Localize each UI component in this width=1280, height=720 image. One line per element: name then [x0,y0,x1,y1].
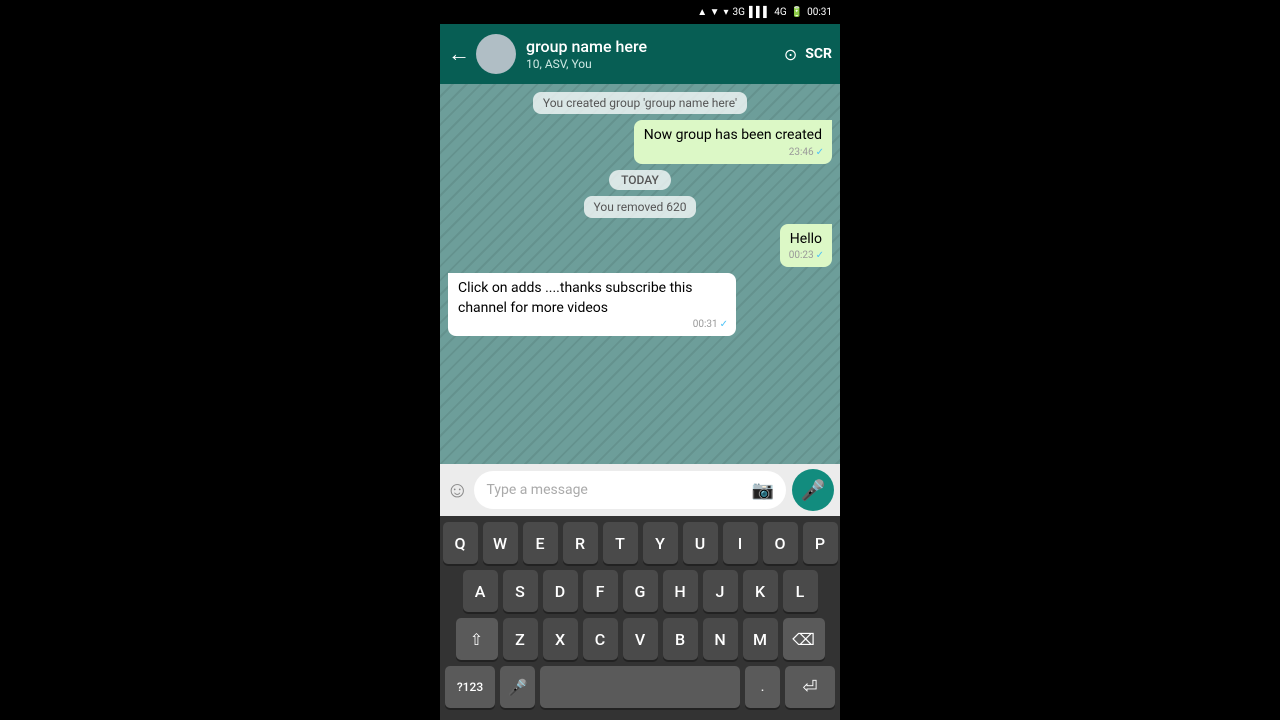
key-j[interactable]: J [703,570,738,612]
keyboard-row-3: ⇧ Z X C V B N M ⌫ [444,618,836,660]
key-d[interactable]: D [543,570,578,612]
header-actions: ⊙ SCR [784,45,832,64]
battery-icon: 🔋 [791,7,803,18]
key-v[interactable]: V [623,618,658,660]
key-m[interactable]: M [743,618,778,660]
key-y[interactable]: Y [643,522,678,564]
key-k[interactable]: K [743,570,778,612]
delete-key[interactable]: ⌫ [783,618,825,660]
phone-container: ▲ ▼ ▾ 3G ▌▌▌ 4G 🔋 00:31 ← group name her… [440,0,840,720]
key-n[interactable]: N [703,618,738,660]
bubble-time-3: 00:31 ✓ [693,318,728,332]
enter-key[interactable]: ⏎ [785,666,835,708]
bubble-time-1: 23:46 ✓ [789,146,824,160]
space-key[interactable] [540,666,740,708]
key-z[interactable]: Z [503,618,538,660]
chat-header: ← group name here 10, ASV, You ⊙ SCR [440,24,840,84]
key-o[interactable]: O [763,522,798,564]
shift-key[interactable]: ⇧ [456,618,498,660]
key-a[interactable]: A [463,570,498,612]
network-icon: ▲ ▼ [697,7,719,18]
message-row-3: Click on adds ....thanks subscribe this … [448,273,832,336]
mic-button[interactable]: 🎤 [792,469,834,511]
key-h[interactable]: H [663,570,698,612]
key-s[interactable]: S [503,570,538,612]
symbols-key[interactable]: ?123 [445,666,495,708]
input-placeholder: Type a message [486,482,751,498]
date-chip: TODAY [609,170,671,190]
system-removed-msg: You removed 620 [584,196,697,218]
message-row-1: Now group has been created 23:46 ✓ [448,120,832,164]
keyboard-row-2: A S D F G H J K L [444,570,836,612]
key-l[interactable]: L [783,570,818,612]
mic-icon: 🎤 [801,478,826,502]
bubble-text-3: Click on adds ....thanks subscribe this … [458,280,693,316]
network-type: 3G [733,7,745,18]
app-screen: ← group name here 10, ASV, You ⊙ SCR You… [440,24,840,720]
bubble-2: Hello 00:23 ✓ [780,224,832,268]
bubble-text-2: Hello [790,231,822,247]
key-e[interactable]: E [523,522,558,564]
system-created-msg: You created group 'group name here' [533,92,747,114]
group-avatar[interactable] [476,34,516,74]
key-g[interactable]: G [623,570,658,612]
key-t[interactable]: T [603,522,638,564]
check-icon-3: ✓ [720,318,728,332]
screen-record-icon[interactable]: ⊙ [784,45,797,64]
wifi-icon: ▾ [723,7,728,18]
message-row-2: Hello 00:23 ✓ [448,224,832,268]
signal-icon: ▌▌▌ [749,7,770,18]
chat-area: You created group 'group name here' Now … [440,84,840,464]
message-input-wrapper[interactable]: Type a message 📷 [474,471,786,509]
keyboard-row-4: ?123 🎤 . ⏎ [444,666,836,708]
key-f[interactable]: F [583,570,618,612]
voice-key[interactable]: 🎤 [500,666,535,708]
group-name: group name here [526,37,784,56]
bubble-3: Click on adds ....thanks subscribe this … [448,273,736,336]
key-q[interactable]: Q [443,522,478,564]
key-c[interactable]: C [583,618,618,660]
bubble-time-2: 00:23 ✓ [789,249,824,263]
camera-icon[interactable]: 📷 [752,480,774,501]
key-u[interactable]: U [683,522,718,564]
key-p[interactable]: P [803,522,838,564]
key-r[interactable]: R [563,522,598,564]
check-icon-1: ✓ [816,146,824,160]
key-i[interactable]: I [723,522,758,564]
check-icon-2: ✓ [816,249,824,263]
keyboard: Q W E R T Y U I O P A S D F G H J K [440,516,840,720]
keyboard-row-1: Q W E R T Y U I O P [444,522,836,564]
header-info: group name here 10, ASV, You [526,37,784,70]
status-bar: ▲ ▼ ▾ 3G ▌▌▌ 4G 🔋 00:31 [440,0,840,24]
input-bar: ☺ Type a message 📷 🎤 [440,464,840,516]
bubble-text-1: Now group has been created [644,127,822,143]
time-display: 00:31 [807,7,832,18]
status-icons: ▲ ▼ ▾ 3G ▌▌▌ 4G 🔋 00:31 [697,7,832,18]
key-b[interactable]: B [663,618,698,660]
scr-label: SCR [805,46,832,62]
group-members: 10, ASV, You [526,57,784,71]
key-x[interactable]: X [543,618,578,660]
back-button[interactable]: ← [448,41,470,67]
lte-icon: 4G [774,7,786,18]
period-key[interactable]: . [745,666,780,708]
emoji-button[interactable]: ☺ [446,477,468,503]
key-w[interactable]: W [483,522,518,564]
bubble-1: Now group has been created 23:46 ✓ [634,120,832,164]
